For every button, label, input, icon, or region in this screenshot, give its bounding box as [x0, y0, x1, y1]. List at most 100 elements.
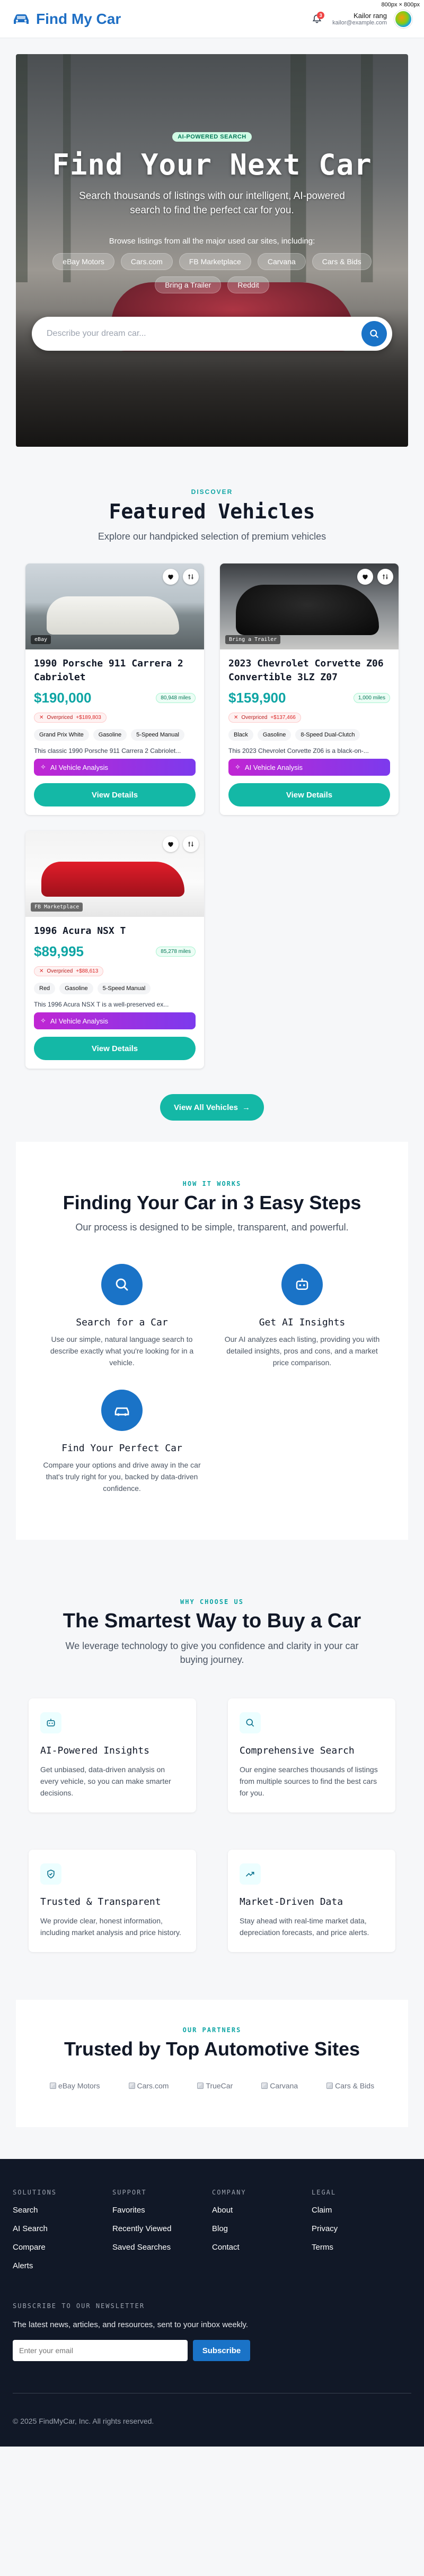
- step-text: Compare your options and drive away in t…: [43, 1461, 201, 1493]
- footer-link-about[interactable]: About: [212, 2206, 312, 2215]
- site-chip-cars-and-bids[interactable]: Cars & Bids: [312, 253, 372, 270]
- ai-analysis-button[interactable]: ✧ AI Vehicle Analysis: [34, 1012, 196, 1029]
- partner-name: Carvana: [270, 2081, 298, 2090]
- ai-analysis-button[interactable]: ✧ AI Vehicle Analysis: [34, 759, 196, 776]
- overpriced-amount: +$137,466: [270, 715, 296, 721]
- step-text: Use our simple, natural language search …: [50, 1335, 194, 1367]
- vehicle-grid: eBay 1990 Porsche 911 Carrera 2 Cabriole…: [16, 563, 408, 1069]
- vehicle-image[interactable]: eBay: [25, 563, 204, 649]
- search-button[interactable]: [361, 321, 387, 346]
- footer-link-recently-viewed[interactable]: Recently Viewed: [112, 2224, 212, 2233]
- partner-logo-truecar[interactable]: TrueCar: [197, 2081, 233, 2090]
- partner-name: Cars.com: [137, 2081, 169, 2090]
- footer-link-contact[interactable]: Contact: [212, 2243, 312, 2252]
- footer-link-blog[interactable]: Blog: [212, 2224, 312, 2233]
- copyright: © 2025 FindMyCar, Inc. All rights reserv…: [13, 2393, 411, 2425]
- spec-tag-fuel: Gasoline: [59, 983, 93, 994]
- robot-icon: [40, 1712, 61, 1733]
- vehicle-card: eBay 1990 Porsche 911 Carrera 2 Cabriole…: [25, 563, 204, 815]
- ai-analysis-button[interactable]: ✧ AI Vehicle Analysis: [228, 759, 390, 776]
- search-input[interactable]: [47, 329, 361, 339]
- footer-link-alerts[interactable]: Alerts: [13, 2261, 112, 2270]
- notifications-button[interactable]: 3: [309, 11, 325, 27]
- footer-link-compare[interactable]: Compare: [13, 2243, 112, 2252]
- step-icon: [281, 1264, 323, 1305]
- subscribe-button[interactable]: Subscribe: [193, 2340, 250, 2361]
- partner-logo-cars-and-bids[interactable]: Cars & Bids: [326, 2081, 374, 2090]
- vehicle-title[interactable]: 2023 Chevrolet Corvette Z06 Convertible …: [220, 649, 399, 684]
- view-all-vehicles-button[interactable]: View All Vehicles →: [160, 1094, 264, 1121]
- featured-title: Featured Vehicles: [109, 500, 315, 523]
- favorite-button[interactable]: [163, 569, 179, 585]
- partner-name: Cars & Bids: [335, 2081, 375, 2090]
- user-avatar[interactable]: [394, 10, 412, 28]
- view-details-button[interactable]: View Details: [34, 1037, 196, 1060]
- feature-card: Trusted & Transparent We provide clear, …: [29, 1850, 196, 1952]
- site-chip-cars-com[interactable]: Cars.com: [120, 253, 173, 270]
- feature-text: Our engine searches thousands of listing…: [240, 1765, 378, 1797]
- step-search: Search for a Car Use our simple, natural…: [32, 1264, 212, 1368]
- footer-col-solutions: SOLUTIONS Search AI Search Compare Alert…: [13, 2189, 112, 2270]
- spec-tag-transmission: 8-Speed Dual-Clutch: [295, 729, 360, 741]
- ai-sparkle-icon: ✧: [40, 1017, 46, 1025]
- site-chip-fb-marketplace[interactable]: FB Marketplace: [179, 253, 251, 270]
- hero-section: AI-POWERED SEARCH Find Your Next Car Sea…: [16, 54, 408, 447]
- footer-col-title: SOLUTIONS: [13, 2189, 57, 2196]
- site-chip-ebay-motors[interactable]: eBay Motors: [52, 253, 114, 270]
- footer-link-ai-search[interactable]: AI Search: [13, 2224, 112, 2233]
- car-logo-icon: [14, 14, 29, 24]
- vehicle-title[interactable]: 1990 Porsche 911 Carrera 2 Cabriolet: [25, 649, 204, 684]
- spec-tag-transmission: 5-Speed Manual: [97, 983, 151, 994]
- partner-logo-cars-com[interactable]: Cars.com: [128, 2081, 169, 2090]
- robot-icon: [296, 1278, 308, 1290]
- footer-col-company: COMPANY About Blog Contact: [212, 2189, 312, 2270]
- view-details-button[interactable]: View Details: [34, 783, 196, 806]
- vehicle-image[interactable]: FB Marketplace: [25, 831, 204, 917]
- brand-name: Find My Car: [36, 10, 121, 27]
- vehicle-image[interactable]: Bring a Trailer: [220, 563, 399, 649]
- footer-link-terms[interactable]: Terms: [312, 2243, 411, 2252]
- partners-section: OUR PARTNERS Trusted by Top Automotive S…: [16, 2000, 408, 2127]
- vehicle-description: This classic 1990 Porsche 911 Carrera 2 …: [34, 747, 181, 754]
- overpriced-label: Overpriced: [47, 715, 73, 721]
- hero-subtitle: Search thousands of listings with our in…: [79, 190, 345, 216]
- footer-link-claim[interactable]: Claim: [312, 2206, 411, 2215]
- view-details-button[interactable]: View Details: [228, 783, 390, 806]
- featured-subtitle: Explore our handpicked selection of prem…: [98, 531, 326, 542]
- partner-logo-carvana[interactable]: Carvana: [261, 2081, 298, 2090]
- footer-link-search[interactable]: Search: [13, 2206, 112, 2215]
- featured-eyebrow: DISCOVER: [191, 488, 233, 496]
- user-info: Kailor rang kailor@example.com: [332, 12, 387, 26]
- compare-button[interactable]: [377, 569, 393, 585]
- compare-button[interactable]: [183, 836, 199, 852]
- favorite-button[interactable]: [357, 569, 373, 585]
- ai-analysis-label: AI Vehicle Analysis: [50, 1017, 109, 1025]
- spec-tag-fuel: Gasoline: [257, 729, 292, 741]
- step-icon: [101, 1264, 143, 1305]
- footer-link-favorites[interactable]: Favorites: [112, 2206, 212, 2215]
- feature-text: Get unbiased, data-driven analysis on ev…: [40, 1765, 171, 1797]
- feature-title: AI-Powered Insights: [40, 1745, 149, 1756]
- site-chip-reddit[interactable]: Reddit: [227, 276, 269, 293]
- site-chip-carvana[interactable]: Carvana: [257, 253, 306, 270]
- brand-logo[interactable]: Find My Car: [12, 11, 121, 28]
- mileage-badge: 85,278 miles: [156, 947, 196, 957]
- user-email: kailor@example.com: [332, 20, 387, 26]
- partner-logo-ebay-motors[interactable]: eBay Motors: [49, 2081, 100, 2090]
- site-chip-bring-a-trailer[interactable]: Bring a Trailer: [155, 276, 222, 293]
- partners-title: Trusted by Top Automotive Sites: [64, 2038, 360, 2060]
- source-tag: FB Marketplace: [31, 903, 83, 912]
- featured-section: DISCOVER Featured Vehicles Explore our h…: [0, 447, 424, 1142]
- feature-title: Comprehensive Search: [240, 1745, 355, 1756]
- footer-link-saved-searches[interactable]: Saved Searches: [112, 2243, 212, 2252]
- compare-button[interactable]: [183, 569, 199, 585]
- broken-image-icon: [261, 2083, 268, 2089]
- favorite-button[interactable]: [163, 836, 179, 852]
- car-shape: [41, 862, 184, 897]
- how-subtitle: Our process is designed to be simple, tr…: [75, 1222, 349, 1233]
- mileage-badge: 80,948 miles: [156, 693, 196, 703]
- newsletter-email-input[interactable]: [13, 2340, 188, 2361]
- vehicle-title[interactable]: 1996 Acura NSX T: [25, 917, 204, 938]
- footer-link-privacy[interactable]: Privacy: [312, 2224, 411, 2233]
- hero-title: Find Your Next Car: [52, 148, 372, 181]
